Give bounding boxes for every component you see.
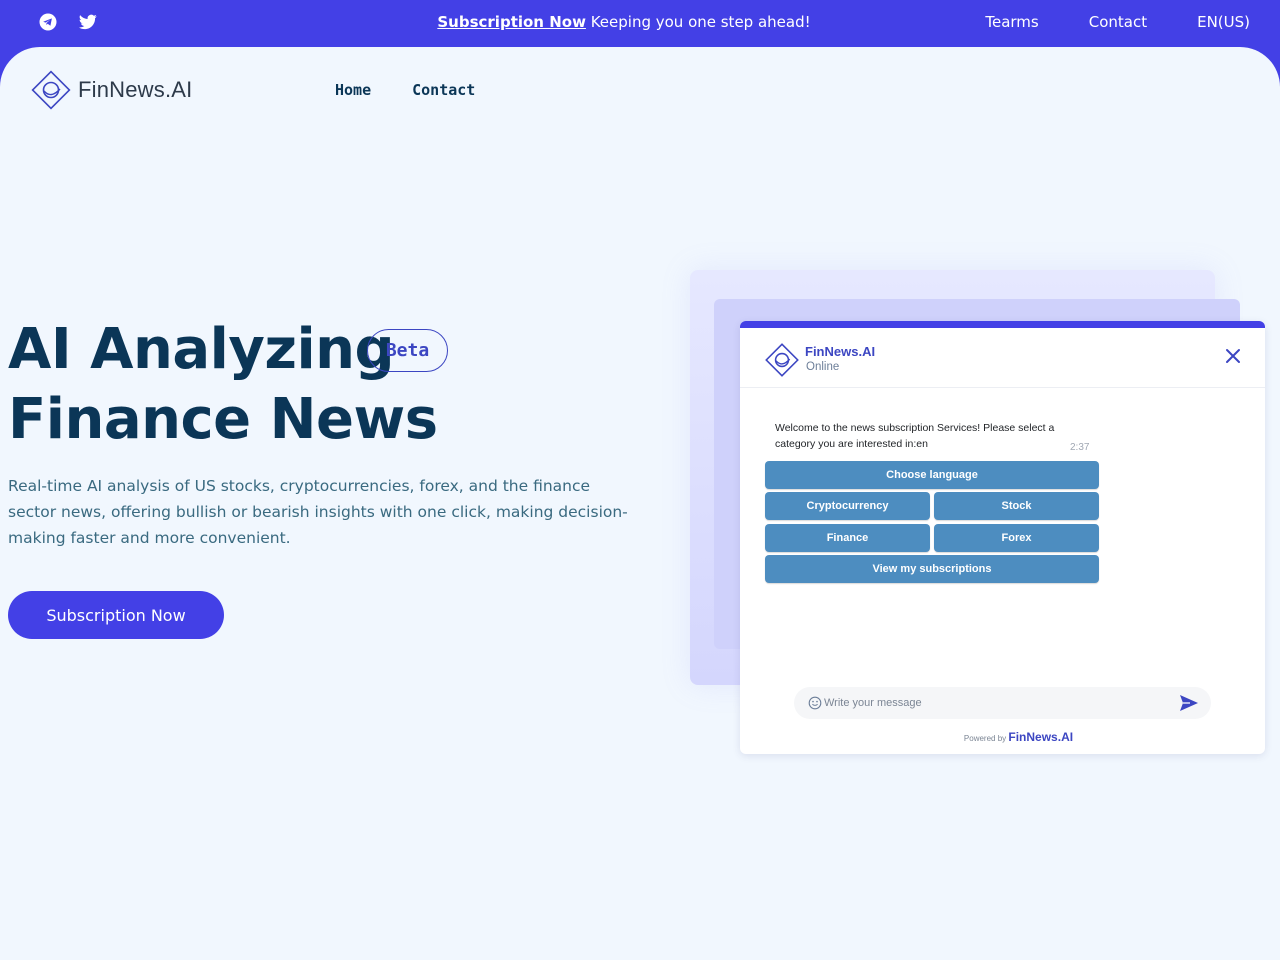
terms-link[interactable]: Tearms (985, 13, 1038, 31)
hero-title-line2: Finance News (8, 387, 438, 452)
top-bar: Subscription Now Keeping you one step ah… (0, 0, 1280, 47)
contact-link[interactable]: Contact (1089, 13, 1147, 31)
language-selector[interactable]: EN(US) (1197, 13, 1250, 31)
hero-description: Real-time AI analysis of US stocks, cryp… (8, 477, 628, 547)
powered-by-brand[interactable]: FinNews.AI (1008, 730, 1073, 744)
powered-by-label: Powered by (963, 734, 1009, 743)
chat-header: FinNews.AI Online (740, 328, 1265, 388)
site-logo[interactable]: FinNews.AI (30, 69, 192, 111)
chat-widget: FinNews.AI Online Welcome to the news su… (740, 321, 1265, 754)
close-icon[interactable] (1223, 346, 1243, 366)
view-subscriptions-button[interactable]: View my subscriptions (765, 555, 1099, 583)
logo-text: FinNews.AI (78, 77, 193, 102)
powered-by: Powered by FinNews.AI (740, 730, 1265, 744)
emoji-icon[interactable] (808, 696, 822, 710)
forex-button[interactable]: Forex (934, 524, 1099, 552)
chat-bot-name: FinNews.AI (805, 344, 876, 359)
chat-status: Online (806, 361, 840, 373)
promo-text: Keeping you one step ahead! (585, 13, 811, 31)
main-nav: Home Contact (335, 81, 475, 99)
hero-title-line1: AI Analyzing (8, 317, 395, 382)
finance-button[interactable]: Finance (765, 524, 930, 552)
page-sheet: FinNews.AI Home Contact AI Analyzing Fin… (0, 47, 1280, 960)
message-time: 2:37 (1070, 442, 1090, 453)
nav-contact[interactable]: Contact (412, 81, 475, 99)
send-icon[interactable] (1179, 694, 1199, 712)
finnews-logo-icon (765, 343, 799, 377)
promo-subscription-link[interactable]: Subscription Now (437, 13, 586, 31)
stock-button[interactable]: Stock (934, 492, 1099, 520)
cryptocurrency-button[interactable]: Cryptocurrency (765, 492, 930, 520)
nav-home[interactable]: Home (335, 81, 371, 99)
beta-badge: Beta (367, 329, 448, 372)
finnews-logo-icon (31, 70, 71, 110)
message-input[interactable] (824, 694, 1164, 712)
subscription-now-button[interactable]: Subscription Now (8, 591, 224, 639)
choose-language-button[interactable]: Choose language (765, 461, 1099, 489)
bot-message: Welcome to the news subscription Service… (775, 422, 1055, 450)
top-links: Tearms Contact EN(US) (985, 13, 1250, 31)
message-composer (794, 687, 1211, 719)
